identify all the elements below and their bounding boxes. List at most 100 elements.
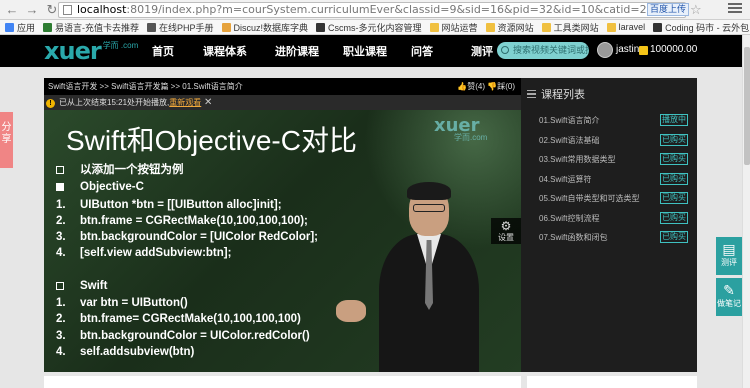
bookmark-icon [147, 22, 157, 32]
status-badge[interactable]: 已购买 [660, 153, 688, 165]
slide-bullet: 1. [56, 297, 66, 310]
status-badge[interactable]: 已购买 [660, 172, 688, 185]
slide-line-text: Objective-C [80, 181, 144, 194]
thumbs-down-icon[interactable]: 👎 [487, 82, 497, 91]
bookmark-item[interactable]: 在线PHP手册 [147, 21, 214, 34]
username[interactable]: jastin [616, 44, 639, 55]
playlist-item[interactable]: 02.Swift语法基础 已购买 [539, 133, 691, 154]
slide-line: 1. UIButton *btn = [[UIButton alloc]init]… [56, 197, 318, 213]
slide-line: 2. btn.frame = CGRectMake(10,100,100,100)… [56, 213, 318, 229]
nav-item[interactable]: 首页 [152, 43, 174, 59]
slide-line: 1. var btn = UIButton() [56, 295, 318, 311]
share-tab[interactable]: 分享 [0, 112, 13, 168]
bookmark-label: Discuz!数据库字典 [233, 22, 309, 33]
page-scrollbar[interactable] [742, 35, 750, 388]
url-host: localhost [77, 3, 127, 16]
slide-title: Swift和Objective-C对比 [66, 125, 357, 156]
avatar[interactable] [597, 42, 613, 58]
forward-icon[interactable]: → [24, 2, 40, 18]
bookmark-icon [541, 22, 551, 32]
slide-bullet [56, 262, 80, 278]
nav-item[interactable]: 职业课程 [343, 43, 387, 59]
course-playlist: 课程列表 01.Swift语言简介 播放中 02.Swift语法基础 已购买 03.Sw… [521, 78, 697, 372]
bookmark-item[interactable]: Cscms-多元化内容管理 [316, 21, 422, 34]
slide-line: 以添加一个按钮为例 [56, 162, 318, 179]
bookmark-item[interactable]: 网站运营 [429, 21, 478, 34]
presenter-figure [369, 180, 489, 372]
bookmark-icon [485, 22, 495, 32]
slide-bullet: 3. [56, 231, 66, 244]
browser-menu-icon[interactable] [728, 3, 742, 15]
settings-label: 设置 [498, 233, 514, 242]
note-tool-button[interactable]: ✎ 做笔记 [716, 278, 742, 316]
test-tool-label: 测评 [721, 258, 737, 267]
vote-area: 👍赞(4) 👎踩(0) [457, 78, 515, 95]
bookmark-item[interactable]: 易语言-充值卡去推荐 [43, 21, 139, 34]
search-input[interactable]: 搜索视频关键词或推荐 [497, 42, 589, 59]
playlist-item[interactable]: 03.Swift常用数据类型 已购买 [539, 153, 691, 173]
slide-bullet: 3. [56, 329, 66, 342]
playlist-item[interactable]: 04.Swift运算符 已购买 [539, 172, 691, 193]
nav-item[interactable]: 测评 [471, 43, 493, 59]
bookmark-label: 工具类网站 [553, 22, 599, 33]
resume-notice: ! 已从上次结束15:21处开始播放,重新观看 ✕ [44, 95, 521, 110]
playlist-item[interactable]: 06.Swift控制流程 已购买 [539, 211, 691, 232]
main-nav: 首页课程体系进阶课程职业课程问答测评社区 [140, 35, 553, 67]
slide-line-text: btn.backgroundColor = [UIColor RedColor]… [80, 231, 318, 244]
vote-down-count[interactable]: 踩(0) [497, 82, 515, 91]
vote-up-count[interactable]: 赞(4) [467, 82, 485, 91]
note-tool-label: 做笔记 [717, 299, 741, 308]
thumbs-up-icon[interactable]: 👍 [457, 82, 467, 91]
nav-item[interactable]: 课程体系 [203, 43, 247, 59]
test-tool-button[interactable]: ▤ 测评 [716, 237, 742, 275]
nav-item[interactable]: 问答 [411, 43, 433, 59]
playlist-item[interactable]: 05.Swift自带类型和可选类型 已购买 [539, 192, 691, 212]
playlist-item-label: 02.Swift语法基础 [539, 135, 600, 145]
site-header: xuer 学而 .com 首页课程体系进阶课程职业课程问答测评社区 搜索视频关键… [0, 35, 742, 67]
slide-bullet: 2. [56, 214, 66, 227]
video-player[interactable]: Swift语言开发 >> Swift语言开发篇 >> 01.Swift语言简介 … [44, 78, 521, 372]
address-bar[interactable]: localhost:8019/index.php?m=courSystem.cu… [58, 2, 686, 18]
slide-line: 3. btn.backgroundColor = [UIColor RedColo… [56, 229, 318, 245]
extension-button[interactable]: 百度上传 [647, 3, 689, 16]
player-topbar: Swift语言开发 >> Swift语言开发篇 >> 01.Swift语言简介 … [44, 78, 521, 95]
bookmark-item[interactable]: Coding 码市 - 云外包 [653, 21, 749, 34]
slide-line: 4. [self.view addSubview:btn]; [56, 245, 318, 261]
playlist-header: 课程列表 [527, 86, 585, 102]
warning-icon: ! [46, 99, 55, 108]
gear-icon: ⚙ [500, 219, 512, 233]
restart-link[interactable]: 重新观看 [169, 98, 201, 107]
slide-bullet [56, 278, 80, 295]
playlist-item[interactable]: 07.Swift函数和闭包 已购买 [539, 231, 691, 251]
slide-line-text: 以添加一个按钮为例 [80, 164, 184, 176]
slide-line: 3. btn.backgroundColor = UIColor.redColor… [56, 328, 318, 344]
playlist-item-label: 06.Swift控制流程 [539, 213, 600, 223]
playlist-item[interactable]: 01.Swift语言简介 播放中 [539, 114, 691, 134]
bookmark-item[interactable]: 资源网站 [485, 21, 534, 34]
player-settings-button[interactable]: ⚙ 设置 [491, 218, 521, 244]
slide-line-text: var btn = UIButton() [80, 297, 188, 310]
bookmark-label: 资源网站 [497, 22, 534, 33]
nav-item[interactable]: 进阶课程 [275, 43, 319, 59]
bookmark-item[interactable]: 工具类网站 [541, 21, 599, 34]
slide-line-text: self.addsubview(btn) [80, 345, 195, 358]
bookmark-icon [653, 22, 663, 32]
site-logo[interactable]: xuer 学而 .com [44, 39, 138, 63]
bookmark-label: Coding 码市 - 云外包 [665, 22, 750, 33]
status-badge[interactable]: 已购买 [660, 211, 688, 224]
status-badge[interactable]: 已购买 [660, 133, 688, 146]
bookmark-item[interactable]: 应用 [5, 21, 35, 34]
bookmark-item[interactable]: laravel [606, 22, 645, 32]
status-badge[interactable]: 播放中 [660, 114, 688, 126]
content-panel [44, 376, 521, 388]
playlist-item-label: 03.Swift常用数据类型 [539, 155, 616, 164]
status-badge[interactable]: 已购买 [660, 231, 688, 243]
status-badge[interactable]: 已购买 [660, 192, 688, 204]
close-icon[interactable]: ✕ [204, 95, 212, 110]
video-frame[interactable]: xuer 学而.com Swift和Objective-C对比 以添加一个按钮为… [44, 110, 521, 372]
back-icon[interactable]: ← [4, 2, 20, 18]
scrollbar-thumb[interactable] [744, 47, 750, 165]
bookmark-item[interactable]: Discuz!数据库字典 [221, 21, 309, 34]
search-placeholder: 搜索视频关键词或推荐 [513, 45, 589, 55]
bookmark-star-icon[interactable]: ☆ [690, 2, 702, 18]
